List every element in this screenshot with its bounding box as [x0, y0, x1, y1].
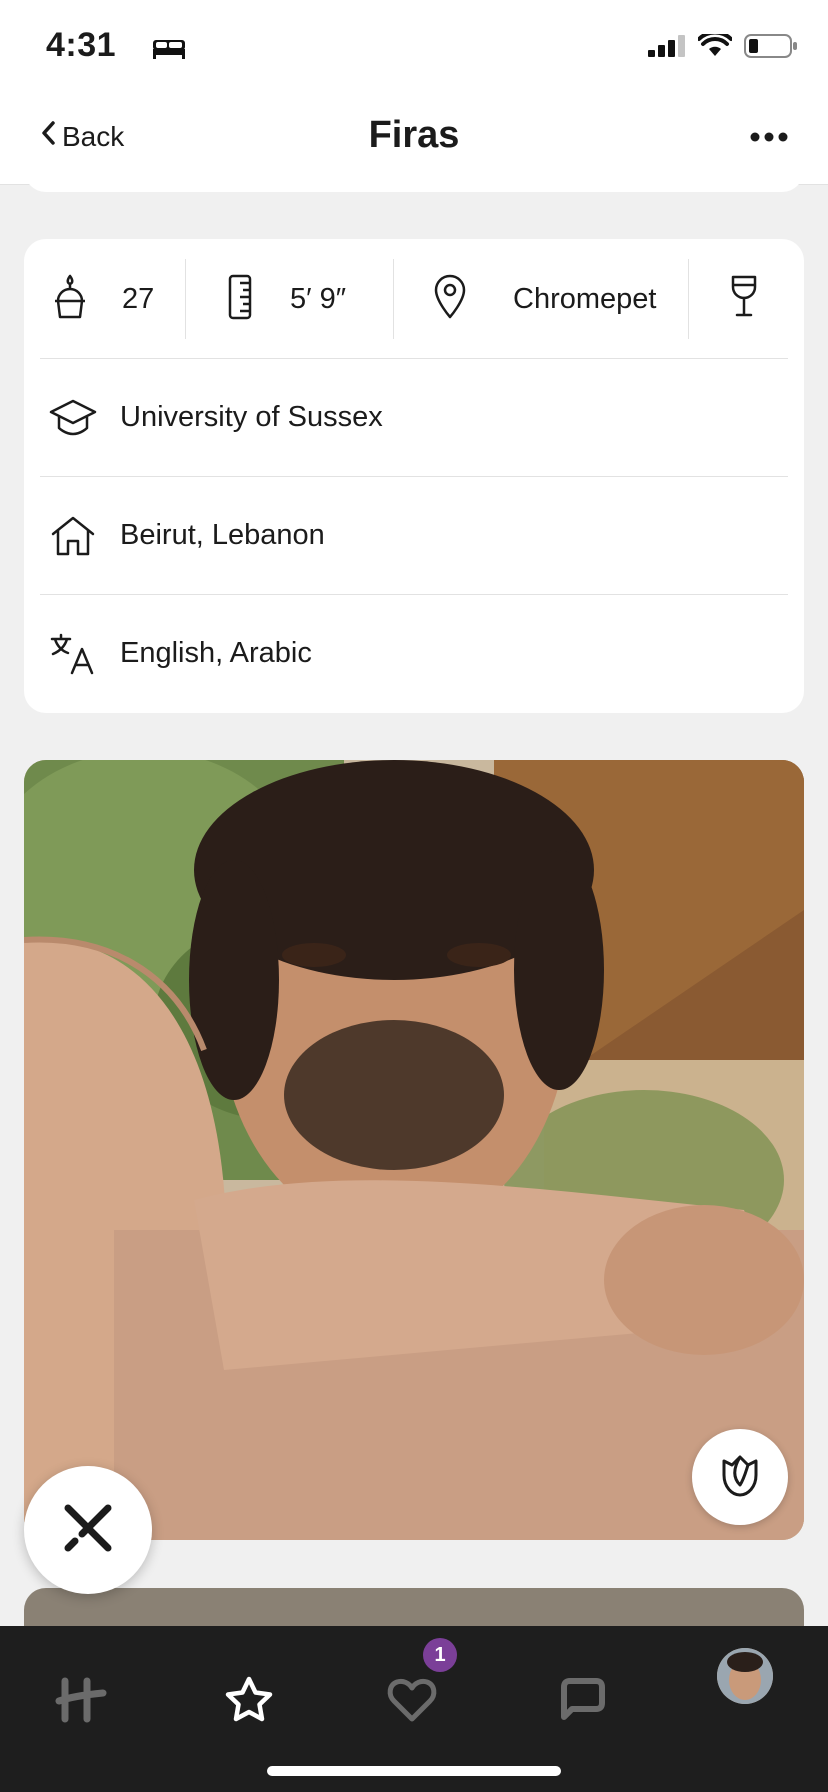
birthday-cake-icon: [50, 273, 90, 326]
map-pin-icon: [431, 273, 469, 326]
sleep-mode-icon: [152, 36, 186, 65]
tab-standouts[interactable]: [209, 1662, 289, 1742]
stat-height: 5′ 9″: [226, 239, 346, 359]
location-value: Chromepet: [513, 282, 657, 315]
status-time: 4:31: [46, 26, 117, 64]
height-value: 5′ 9″: [290, 282, 347, 315]
close-icon: [60, 1500, 116, 1561]
status-bar: 4:31: [0, 0, 828, 92]
education-text: University of Sussex: [120, 401, 383, 433]
profile-info-card: 27 5′ 9″ Chromepet University of Sussex: [24, 239, 804, 713]
battery-icon: [744, 34, 798, 63]
tab-likes-you[interactable]: [372, 1662, 452, 1742]
graduation-cap-icon: [46, 397, 100, 439]
next-photo: [24, 1588, 804, 1628]
hometown-text: Beirut, Lebanon: [120, 519, 325, 551]
hinge-logo-icon: [55, 1677, 107, 1728]
house-icon: [46, 514, 100, 558]
tab-profile-avatar[interactable]: [717, 1648, 773, 1704]
likes-badge: 1: [423, 1638, 457, 1672]
wine-glass-icon: [728, 273, 760, 326]
languages-row: English, Arabic: [24, 595, 804, 712]
tab-matches[interactable]: [540, 1662, 620, 1742]
divider: [688, 259, 689, 339]
profile-photo[interactable]: [24, 760, 804, 1540]
education-row: University of Sussex: [24, 359, 804, 476]
home-indicator: [267, 1766, 561, 1776]
star-icon: [223, 1675, 275, 1730]
divider: [393, 259, 394, 339]
send-rose-button[interactable]: [692, 1429, 788, 1525]
more-horizontal-icon: [750, 130, 788, 147]
page-title: Firas: [368, 114, 460, 156]
languages-text: English, Arabic: [120, 637, 312, 669]
stat-location: Chromepet: [431, 239, 656, 359]
translate-icon: [46, 632, 100, 676]
age-value: 27: [122, 282, 155, 315]
tab-discover[interactable]: [41, 1662, 121, 1742]
stat-drinking: [728, 239, 760, 359]
divider: [185, 259, 186, 339]
more-options-button[interactable]: [750, 130, 788, 148]
chat-bubble-icon: [554, 1677, 606, 1728]
previous-card: [24, 160, 804, 192]
rose-icon: [718, 1451, 762, 1504]
wifi-icon: [697, 30, 733, 63]
skip-button[interactable]: [24, 1466, 152, 1594]
signal-icon: [648, 35, 686, 62]
stat-age: 27: [50, 239, 154, 359]
heart-icon: [386, 1677, 438, 1728]
hometown-row: Beirut, Lebanon: [24, 477, 804, 594]
ruler-icon: [226, 273, 254, 326]
stats-row: 27 5′ 9″ Chromepet: [24, 239, 804, 359]
